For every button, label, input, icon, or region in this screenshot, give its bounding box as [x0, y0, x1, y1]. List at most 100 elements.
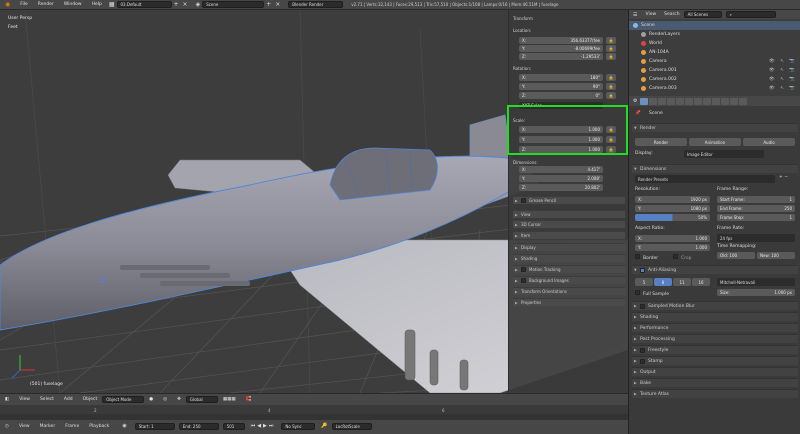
- full-sample-checkbox[interactable]: Full Sample: [635, 290, 669, 297]
- render-engine-select[interactable]: Blender Render: [288, 1, 344, 8]
- object-tab-icon[interactable]: [676, 97, 685, 105]
- audio-button[interactable]: Audio: [743, 138, 795, 146]
- aa-size-field[interactable]: Size: 1.000 px: [717, 289, 795, 296]
- lock-icon[interactable]: 🔒: [606, 45, 616, 52]
- panel-checkbox[interactable]: [640, 303, 645, 309]
- particles-tab-icon[interactable]: [730, 97, 739, 105]
- panel-checkbox[interactable]: [521, 267, 526, 272]
- menu-select[interactable]: Select: [35, 397, 59, 402]
- rotation-x-field[interactable]: X: 180°: [519, 74, 603, 81]
- close-scene-icon[interactable]: ×: [273, 1, 282, 8]
- anti-aliasing-checkbox[interactable]: [640, 267, 645, 273]
- panel-item[interactable]: ▶ Item: [513, 231, 625, 239]
- panel-dimensions[interactable]: ▼ Dimensions: [632, 164, 798, 173]
- physics-tab-icon[interactable]: [739, 97, 748, 105]
- lock-icon[interactable]: 🔒: [606, 53, 616, 60]
- aspect-x-field[interactable]: X: 1.000: [635, 235, 710, 242]
- outliner-menu-search[interactable]: Search: [660, 12, 683, 17]
- end-frame-field[interactable]: End: 250: [178, 422, 219, 430]
- location-z-field[interactable]: Z: -1.29533': [519, 53, 603, 60]
- sync-select[interactable]: No Sync: [281, 422, 316, 430]
- frame-rate-select[interactable]: 24 fps: [717, 234, 795, 242]
- outliner-row[interactable]: Scene: [629, 21, 800, 30]
- outliner-editor-icon[interactable]: ☰: [629, 12, 641, 18]
- lock-icon[interactable]: 🔒: [606, 92, 616, 99]
- transform-header[interactable]: Transform: [513, 16, 533, 21]
- tl-menu-marker[interactable]: Marker: [35, 424, 61, 429]
- outliner-row[interactable]: AN-104A: [629, 48, 800, 57]
- time-old-field[interactable]: Old: 100: [717, 252, 755, 259]
- lock-icon[interactable]: 🔒: [606, 37, 616, 44]
- panel-transform-orientations[interactable]: ▶ Transform Orientations: [513, 287, 625, 295]
- outliner-row[interactable]: Camera.002 👁 ↖ 📷: [629, 75, 800, 84]
- playback-controls-icon[interactable]: ⏮◀▶⏭: [251, 423, 276, 429]
- panel-view[interactable]: ▶ View: [513, 210, 625, 218]
- layers-icon[interactable]: ▦▦▦: [218, 397, 241, 402]
- properties-editor-icon[interactable]: ⚙: [633, 98, 637, 104]
- panel-checkbox[interactable]: [521, 198, 526, 203]
- screen-layout-field[interactable]: 03.Default: [116, 1, 172, 8]
- tl-menu-frame[interactable]: Frame: [60, 424, 84, 429]
- aa-sample-11-button[interactable]: 11: [673, 278, 691, 286]
- panel-checkbox[interactable]: [521, 278, 526, 283]
- panel-display[interactable]: ▶ Display: [513, 243, 625, 251]
- panel-stamp[interactable]: ▶ Stamp: [632, 356, 798, 365]
- panel-freestyle[interactable]: ▶ Freestyle: [632, 345, 798, 354]
- outliner-row[interactable]: RenderLayers: [629, 30, 800, 39]
- rotation-y-field[interactable]: Y: 90°: [519, 83, 603, 90]
- panel-checkbox[interactable]: [640, 358, 645, 364]
- scene-field[interactable]: Scene: [202, 1, 265, 8]
- render-layers-tab-icon[interactable]: [649, 97, 658, 105]
- menu-window[interactable]: Window: [59, 2, 87, 7]
- panel-grease-pencil[interactable]: ▶ Grease Pencil: [513, 196, 625, 204]
- dimension-z-field[interactable]: Z: 20.802': [519, 184, 603, 191]
- menu-add[interactable]: Add: [59, 397, 78, 402]
- outliner-menu-view[interactable]: View: [641, 12, 660, 17]
- tl-menu-playback[interactable]: Playback: [84, 424, 114, 429]
- add-scene-icon[interactable]: +: [264, 1, 273, 8]
- keying-icon[interactable]: 🔑: [321, 423, 327, 429]
- resolution-percentage-slider[interactable]: 50%: [635, 214, 710, 221]
- render-button[interactable]: Render: [635, 138, 687, 146]
- snap-icon[interactable]: 🧲: [241, 397, 257, 402]
- material-tab-icon[interactable]: [712, 97, 721, 105]
- panel-output[interactable]: ▶ Output: [632, 367, 798, 376]
- outliner-row[interactable]: Camera.003 👁 ↖ 📷: [629, 84, 800, 93]
- panel-sampled-motion-blur[interactable]: ▶ Sampled Motion Blur: [632, 301, 798, 310]
- border-checkbox[interactable]: Border: [635, 254, 658, 261]
- scene-tab-icon[interactable]: [658, 97, 667, 105]
- outliner-row[interactable]: Camera 👁 ↖ 📷: [629, 57, 800, 66]
- manipulator-icon[interactable]: ✥: [172, 397, 186, 402]
- panel-properties[interactable]: ▶ Properties: [513, 298, 625, 306]
- display-select[interactable]: Image Editor: [684, 150, 764, 158]
- visibility-icons[interactable]: 👁 ↖ 📷: [769, 77, 797, 82]
- location-y-field[interactable]: Y: -8.00699(fee: [519, 45, 603, 52]
- menu-file[interactable]: File: [15, 2, 33, 7]
- timeline-scroll[interactable]: [0, 414, 628, 420]
- viewport-shading-icon[interactable]: ●: [144, 397, 158, 402]
- add-screen-icon[interactable]: +: [172, 1, 181, 8]
- record-icon[interactable]: ◉: [122, 423, 126, 429]
- aspect-y-field[interactable]: Y: 1.000: [635, 244, 710, 251]
- dimension-y-field[interactable]: Y: 2.008': [519, 175, 603, 182]
- panel-shading[interactable]: ▶ Shading: [632, 312, 798, 321]
- panel-3d-cursor[interactable]: ▶ 3D Cursor: [513, 220, 625, 228]
- outliner-row[interactable]: Camera.001 👁 ↖ 📷: [629, 66, 800, 75]
- resolution-x-field[interactable]: X: 1920 px: [635, 196, 710, 203]
- aa-filter-select[interactable]: Mitchell-Netravali: [717, 278, 795, 286]
- dimension-x-field[interactable]: X: 4.417': [519, 166, 603, 173]
- panel-checkbox[interactable]: [640, 347, 645, 353]
- render-tab-icon[interactable]: [640, 97, 649, 105]
- panel-render[interactable]: ▼ Render: [632, 123, 798, 132]
- current-frame-field[interactable]: 501: [222, 422, 245, 430]
- panel-bake[interactable]: ▶ Bake: [632, 378, 798, 387]
- tl-menu-view[interactable]: View: [14, 424, 35, 429]
- constraints-tab-icon[interactable]: [685, 97, 694, 105]
- timeline-ruler[interactable]: 2 4 6: [0, 405, 628, 420]
- pivot-icon[interactable]: ◎: [158, 397, 172, 402]
- modifiers-tab-icon[interactable]: [694, 97, 703, 105]
- location-x-field[interactable]: X: 356.63377(fee: [519, 37, 603, 44]
- pin-icon[interactable]: 📌: [635, 111, 641, 116]
- menu-view[interactable]: View: [14, 397, 35, 402]
- lock-icon[interactable]: 🔒: [606, 74, 616, 81]
